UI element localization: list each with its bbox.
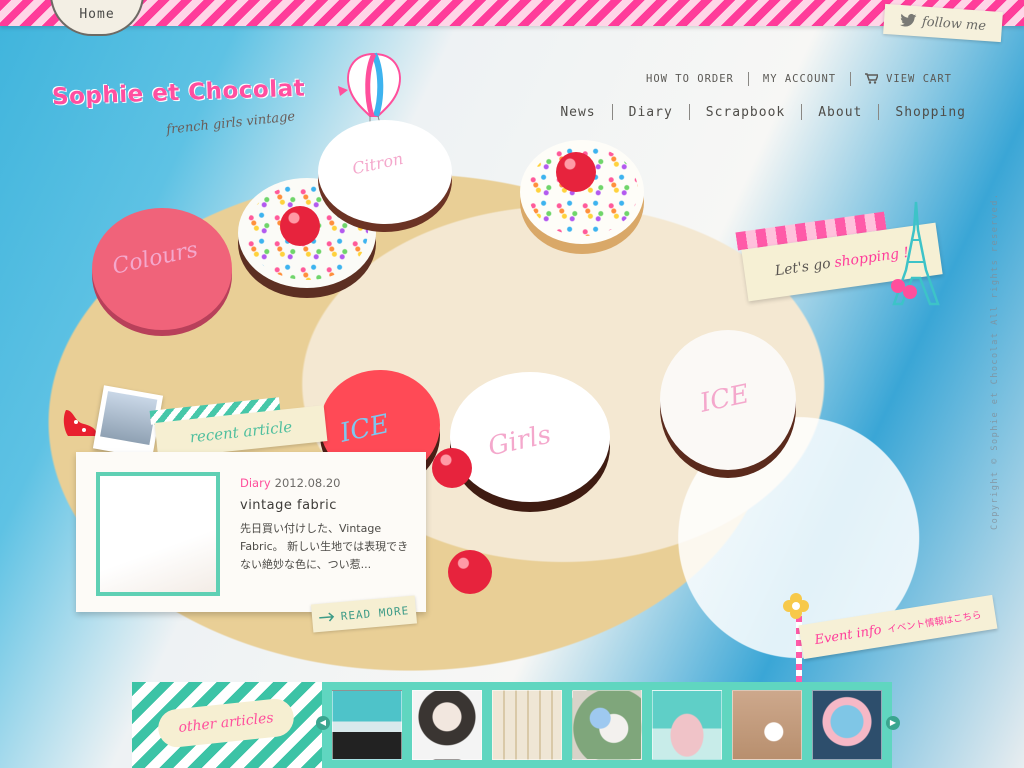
view-cart-link[interactable]: VIEW CART bbox=[851, 73, 966, 85]
nav-scrapbook[interactable]: Scrapbook bbox=[690, 105, 801, 120]
how-to-order-link[interactable]: HOW TO ORDER bbox=[632, 73, 748, 85]
my-account-link[interactable]: MY ACCOUNT bbox=[749, 73, 850, 85]
site-tagline: french girls vintage bbox=[165, 109, 296, 138]
article-thumb[interactable] bbox=[332, 690, 402, 760]
cart-icon bbox=[865, 73, 879, 84]
read-more-label: READ MORE bbox=[340, 603, 410, 623]
nav-news[interactable]: News bbox=[544, 105, 611, 120]
scroll-left-icon[interactable]: ◀ bbox=[316, 716, 330, 730]
other-articles-label: other articles bbox=[156, 696, 296, 750]
event-info-button[interactable]: Event info イベント情報はこちら bbox=[798, 594, 998, 660]
arrow-right-icon bbox=[318, 612, 334, 622]
nav-about[interactable]: About bbox=[802, 105, 878, 120]
article-meta: Diary 2012.08.20 bbox=[240, 476, 341, 490]
cupcake-decoration bbox=[318, 120, 452, 224]
article-date: 2012.08.20 bbox=[274, 476, 341, 490]
cherry-decoration bbox=[280, 206, 320, 246]
article-thumb[interactable] bbox=[412, 690, 482, 760]
article-thumb[interactable] bbox=[652, 690, 722, 760]
eiffel-tower-icon bbox=[891, 201, 940, 306]
nav-shopping[interactable]: Shopping bbox=[879, 105, 966, 120]
event-info-label: Event info bbox=[813, 622, 883, 648]
article-thumb[interactable] bbox=[732, 690, 802, 760]
article-thumb[interactable] bbox=[492, 690, 562, 760]
copyright-text: Copyright © Sophie et Chocolat All right… bbox=[990, 192, 1000, 531]
scroll-right-icon[interactable]: ▶ bbox=[886, 716, 900, 730]
twitter-bird-icon bbox=[899, 13, 917, 27]
cherry-decoration bbox=[448, 550, 492, 594]
article-thumb[interactable] bbox=[572, 690, 642, 760]
other-articles-thumbnails bbox=[332, 690, 882, 760]
event-info-jp-label: イベント情報はこちら bbox=[886, 609, 983, 636]
article-thumb[interactable] bbox=[812, 690, 882, 760]
site-logo[interactable]: Sophie et Chocolat bbox=[52, 76, 306, 111]
shop-tag-text: Let's go bbox=[773, 255, 832, 280]
article-thumbnail[interactable] bbox=[96, 472, 220, 596]
flower-icon bbox=[783, 593, 809, 619]
follow-me-label: follow me bbox=[921, 14, 987, 34]
main-nav: News Diary Scrapbook About Shopping bbox=[544, 104, 966, 120]
cherry-decoration bbox=[432, 448, 472, 488]
other-articles-label-box: other articles bbox=[132, 682, 322, 768]
utility-nav: HOW TO ORDER MY ACCOUNT VIEW CART bbox=[632, 72, 966, 86]
nav-diary[interactable]: Diary bbox=[613, 105, 689, 120]
view-cart-label: VIEW CART bbox=[886, 73, 952, 85]
top-striped-band bbox=[0, 0, 1024, 26]
article-excerpt: 先日買い付けした、Vintage Fabric。 新しい生地では表現できない絶妙… bbox=[240, 522, 409, 571]
cherry-decoration bbox=[556, 152, 596, 192]
home-button[interactable]: Home bbox=[50, 0, 144, 36]
other-articles-strip: other articles ◀ ▶ bbox=[132, 682, 900, 768]
article-title[interactable]: vintage fabric bbox=[240, 498, 337, 513]
article-category[interactable]: Diary bbox=[240, 476, 271, 490]
recent-article-card: Diary 2012.08.20 vintage fabric 先日買い付けした、… bbox=[76, 452, 426, 612]
